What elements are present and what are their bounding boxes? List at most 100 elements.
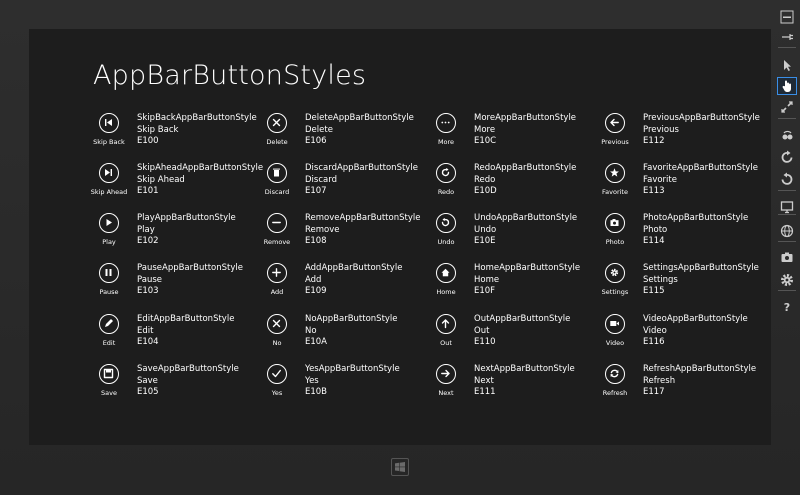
no-appbar-button[interactable]: No: [255, 310, 303, 360]
play-icon: [106, 219, 112, 226]
style-info: SaveAppBarButtonStyle Save E105: [137, 364, 239, 399]
skip-back-appbar-button[interactable]: Skip Back: [87, 109, 135, 159]
rotate-touch-button[interactable]: [777, 126, 797, 144]
pause-appbar-button[interactable]: Pause: [87, 259, 135, 309]
discard-appbar-button[interactable]: Discard: [255, 159, 303, 209]
style-name: EditAppBarButtonStyle: [137, 314, 235, 324]
style-glyph-code: E10B: [305, 387, 328, 397]
style-display-name: Settings: [643, 274, 678, 285]
yes-icon: [272, 369, 281, 378]
style-glyph-code: E101: [137, 186, 159, 196]
more-appbar-button[interactable]: More: [424, 109, 472, 159]
button-circle: [99, 163, 119, 183]
no-icon: [272, 319, 281, 328]
style-display-name: Yes: [305, 375, 319, 386]
refresh-appbar-button[interactable]: Refresh: [593, 360, 641, 410]
style-display-name: Save: [137, 375, 158, 386]
video-appbar-button[interactable]: Video: [593, 310, 641, 360]
style-display-name: Play: [137, 224, 155, 235]
change-resolution-icon: [780, 201, 794, 214]
skip-ahead-appbar-button[interactable]: Skip Ahead: [87, 159, 135, 209]
edit-appbar-button[interactable]: Edit: [87, 310, 135, 360]
skip-ahead-icon: [105, 169, 112, 176]
style-display-name: No: [305, 325, 317, 336]
button-circle: [267, 263, 287, 283]
more-icon: [441, 121, 450, 124]
save-appbar-button[interactable]: Save: [87, 360, 135, 410]
location-globe-icon: [780, 224, 794, 238]
yes-appbar-button[interactable]: Yes: [255, 360, 303, 410]
button-circle: [99, 314, 119, 334]
remove-appbar-button[interactable]: Remove: [255, 209, 303, 259]
button-label: Skip Back: [93, 138, 125, 146]
style-item-refresh: Refresh RefreshAppBarButtonStyle Refresh E1…: [593, 360, 761, 410]
style-item-skip-back: Skip Back SkipBackAppBarButtonStyle Skip B…: [87, 109, 257, 159]
button-circle: [436, 113, 456, 133]
style-name: DeleteAppBarButtonStyle: [305, 113, 414, 123]
pin-icon: [782, 34, 793, 40]
button-circle: [99, 113, 119, 133]
pinch-zoom-button[interactable]: [777, 98, 797, 116]
style-item-remove: Remove RemoveAppBarButtonStyle Remove E108: [255, 209, 423, 259]
style-display-name: Discard: [305, 174, 337, 185]
style-glyph-code: E105: [137, 387, 159, 397]
style-info: PhotoAppBarButtonStyle Photo E114: [643, 213, 748, 248]
rotate-clockwise-button[interactable]: [777, 148, 797, 166]
app-screen: AppBarButtonStyles Skip Back SkipBackAppB…: [29, 29, 771, 445]
home-icon: [441, 268, 450, 277]
style-display-name: Next: [474, 375, 494, 386]
settings-appbar-button[interactable]: Settings: [593, 259, 641, 309]
style-info: FavoriteAppBarButtonStyle Favorite E113: [643, 163, 758, 198]
settings-gear-icon: [781, 274, 793, 286]
previous-appbar-button[interactable]: Previous: [593, 109, 641, 159]
next-appbar-button[interactable]: Next: [424, 360, 472, 410]
windows-button[interactable]: [391, 458, 409, 476]
photo-appbar-button[interactable]: Photo: [593, 209, 641, 259]
button-circle: [436, 364, 456, 384]
delete-icon: [272, 118, 281, 127]
style-info: NextAppBarButtonStyle Next E111: [474, 364, 575, 399]
button-label: Settings: [601, 288, 629, 296]
location-globe-button[interactable]: [777, 222, 797, 240]
page-title: AppBarButtonStyles: [93, 60, 367, 91]
mouse-pointer-button[interactable]: [777, 56, 797, 74]
style-item-yes: Yes YesAppBarButtonStyle Yes E10B: [255, 360, 423, 410]
help-icon: ?: [783, 300, 791, 314]
out-appbar-button[interactable]: Out: [424, 310, 472, 360]
style-info: RefreshAppBarButtonStyle Refresh E117: [643, 364, 756, 399]
button-circle: [436, 263, 456, 283]
style-glyph-code: E10E: [474, 236, 496, 246]
rotate-counterclockwise-button[interactable]: [777, 170, 797, 188]
toolbar-separator: [778, 241, 796, 242]
favorite-appbar-button[interactable]: Favorite: [593, 159, 641, 209]
help-button[interactable]: ?: [777, 298, 797, 316]
home-appbar-button[interactable]: Home: [424, 259, 472, 309]
settings-gear-button[interactable]: [777, 271, 797, 289]
style-glyph-code: E108: [305, 236, 327, 246]
button-label: Redo: [437, 188, 455, 196]
minimize-button[interactable]: [777, 8, 797, 26]
style-info: PauseAppBarButtonStyle Pause E103: [137, 263, 243, 298]
button-circle: [267, 314, 287, 334]
style-display-name: Favorite: [643, 174, 677, 185]
touch-hand-button[interactable]: [777, 77, 797, 95]
style-glyph-code: E117: [643, 387, 665, 397]
screenshot-camera-icon: [781, 252, 793, 262]
change-resolution-button[interactable]: [777, 198, 797, 216]
undo-appbar-button[interactable]: Undo: [424, 209, 472, 259]
style-display-name: Pause: [137, 274, 162, 285]
style-name: SaveAppBarButtonStyle: [137, 364, 239, 374]
screenshot-camera-button[interactable]: [777, 248, 797, 266]
favorite-icon: [610, 168, 619, 177]
redo-appbar-button[interactable]: Redo: [424, 159, 472, 209]
style-name: DiscardAppBarButtonStyle: [305, 163, 418, 173]
delete-appbar-button[interactable]: Delete: [255, 109, 303, 159]
style-name: NoAppBarButtonStyle: [305, 314, 398, 324]
style-item-out: Out OutAppBarButtonStyle Out E110: [424, 310, 592, 360]
style-name: RedoAppBarButtonStyle: [474, 163, 577, 173]
pin-button[interactable]: [777, 28, 797, 46]
style-name: VideoAppBarButtonStyle: [643, 314, 748, 324]
add-appbar-button[interactable]: Add: [255, 259, 303, 309]
button-label: Refresh: [602, 389, 628, 397]
play-appbar-button[interactable]: Play: [87, 209, 135, 259]
